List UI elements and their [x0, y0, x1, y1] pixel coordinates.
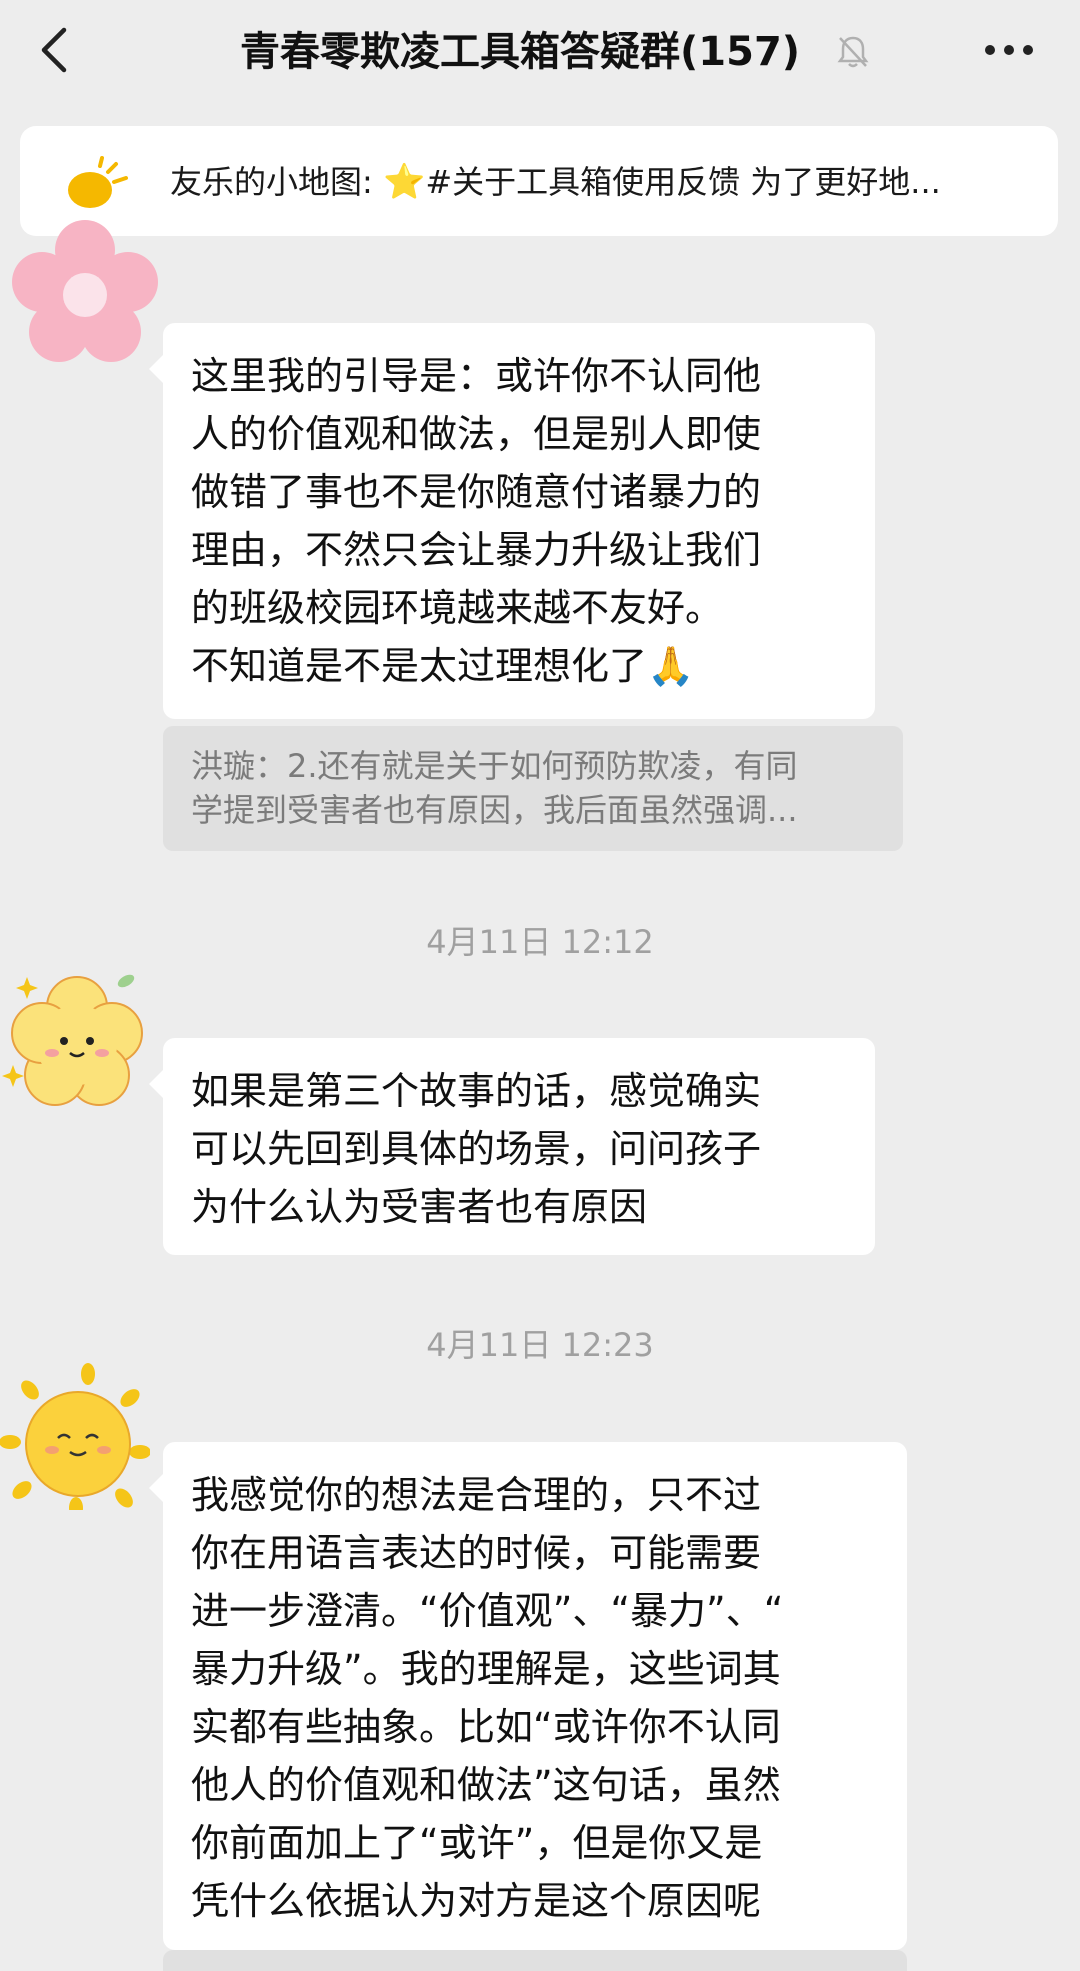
chevron-left-icon[interactable] — [34, 24, 74, 76]
pinned-text: 友乐的小地图: ⭐#关于工具箱使用反馈 为了更好地... — [170, 152, 941, 212]
chat-title: 青春零欺凌工具箱答疑群(157) — [240, 29, 801, 75]
message-line: 人的价值观和做法，但是别人即使 — [191, 412, 762, 456]
message-line: 做错了事也不是你随意付诸暴力的 — [191, 470, 762, 514]
quoted-reply[interactable] — [163, 1950, 907, 1971]
yellow-flower-avatar[interactable] — [2, 965, 152, 1115]
pink-flower-avatar[interactable] — [10, 220, 160, 370]
chat-header: 青春零欺凌工具箱答疑群(157) — [0, 0, 1080, 100]
message-line: 不知道是不是太过理想化了 — [191, 644, 648, 688]
quote-line: 学提到受害者也有原因，我后面虽然强调... — [191, 791, 798, 829]
message-bubble[interactable]: 如果是第三个故事的话，感觉确实 可以先回到具体的场景，问问孩子 为什么认为受害者… — [149, 1038, 875, 1255]
timestamp: 4月11日 12:12 — [426, 923, 654, 961]
announcement-icon — [68, 156, 128, 208]
timestamp: 4月11日 12:23 — [426, 1326, 654, 1364]
quote-line: 洪璇：2.还有就是关于如何预防欺凌，有同 — [191, 747, 798, 785]
message-line: 理由，不然只会让暴力升级让我们 — [191, 528, 762, 572]
message-line: 你前面加上了“或许”，但是你又是 — [191, 1821, 763, 1865]
more-dots-icon[interactable] — [984, 44, 1034, 56]
message-line: 进一步澄清。“价值观”、“暴力”、“ — [191, 1589, 784, 1633]
star-icon: ⭐ — [382, 162, 426, 202]
bell-muted-icon — [837, 36, 869, 68]
sun-avatar[interactable] — [0, 1360, 150, 1510]
message-line: 为什么认为受害者也有原因 — [191, 1185, 648, 1229]
message-line: 凭什么依据认为对方是这个原因呢 — [191, 1879, 762, 1923]
quoted-reply[interactable]: 洪璇：2.还有就是关于如何预防欺凌，有同 学提到受害者也有原因，我后面虽然强调.… — [163, 726, 903, 851]
message-line: 如果是第三个故事的话，感觉确实 — [191, 1069, 762, 1113]
pinned-sender: 友乐的小地图: — [170, 163, 373, 201]
pinned-announcement[interactable]: 友乐的小地图: ⭐#关于工具箱使用反馈 为了更好地... — [20, 126, 1058, 236]
message-line: 我感觉你的想法是合理的，只不过 — [191, 1473, 762, 1517]
message-line: 实都有些抽象。比如“或许你不认同 — [191, 1705, 781, 1749]
pray-emoji-icon: 🙏 — [647, 644, 695, 688]
message-line: 你在用语言表达的时候，可能需要 — [191, 1531, 762, 1575]
message-line: 的班级校园环境越来越不友好。 — [191, 586, 724, 630]
pinned-message: #关于工具箱使用反馈 为了更好地... — [425, 163, 941, 201]
message-bubble[interactable]: 这里我的引导是：或许你不认同他 人的价值观和做法，但是别人即使 做错了事也不是你… — [149, 323, 875, 719]
message-bubble[interactable]: 我感觉你的想法是合理的，只不过 你在用语言表达的时候，可能需要 进一步澄清。“价… — [149, 1442, 907, 1950]
message-line: 可以先回到具体的场景，问问孩子 — [191, 1127, 762, 1171]
message-line: 他人的价值观和做法”这句话，虽然 — [191, 1763, 781, 1807]
message-line: 暴力升级”。我的理解是，这些词其 — [191, 1647, 781, 1691]
message-line: 这里我的引导是：或许你不认同他 — [191, 354, 762, 398]
